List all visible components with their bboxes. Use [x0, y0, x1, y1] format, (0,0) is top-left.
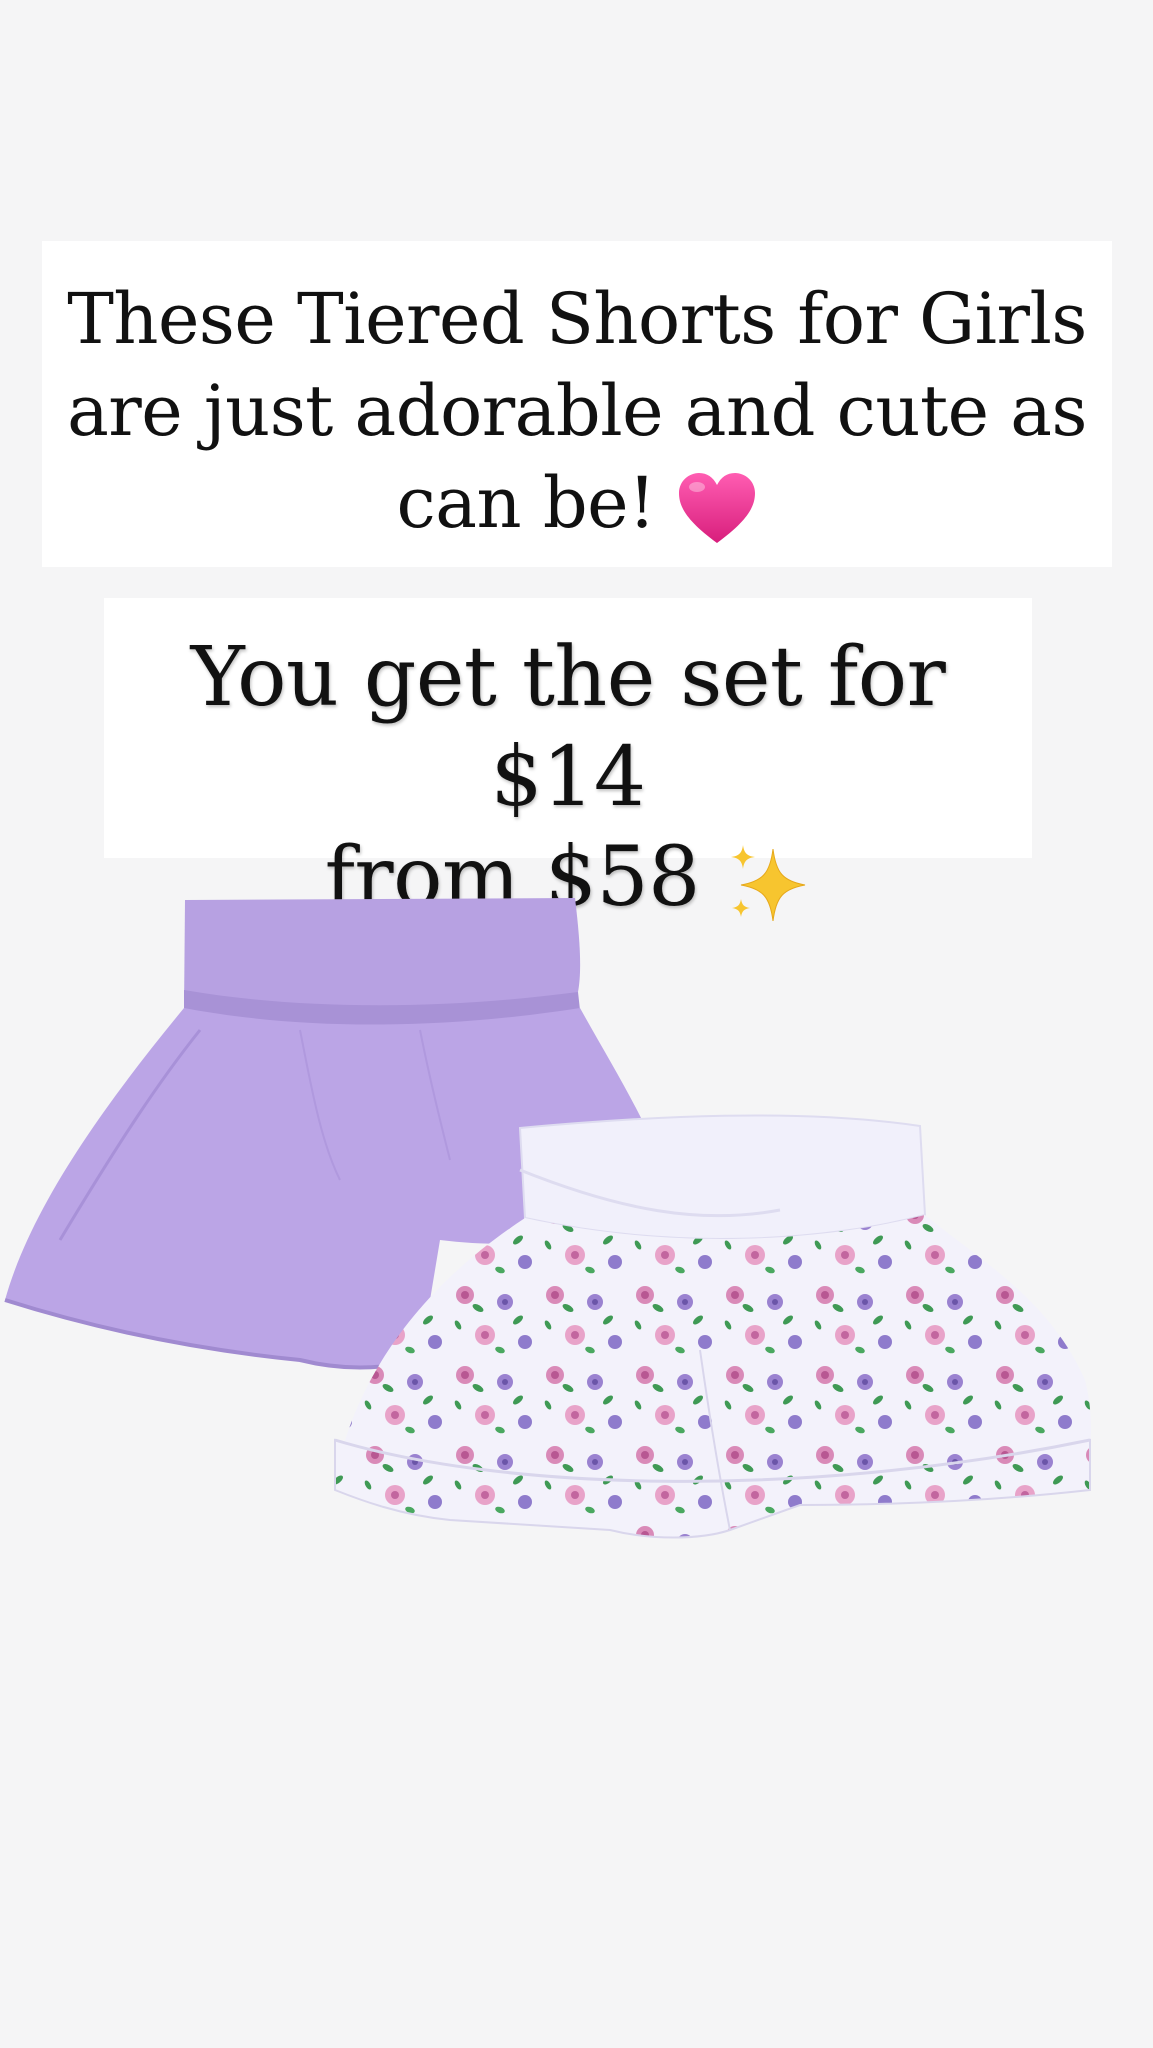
- caption-text: can be!: [396, 462, 657, 544]
- price-line: You get the set for $14: [190, 630, 946, 825]
- caption-line: can be!: [62, 457, 1092, 549]
- product-image-shorts-set: [0, 880, 1153, 1640]
- caption-box-price: You get the set for $14 from $58: [104, 598, 1032, 925]
- caption-line: are just adorable and cute as: [67, 370, 1087, 452]
- caption-line: These Tiered Shorts for Girls: [67, 278, 1087, 360]
- caption-box-top: These Tiered Shorts for Girls are just a…: [42, 241, 1112, 567]
- pink-heart-icon: [677, 471, 757, 547]
